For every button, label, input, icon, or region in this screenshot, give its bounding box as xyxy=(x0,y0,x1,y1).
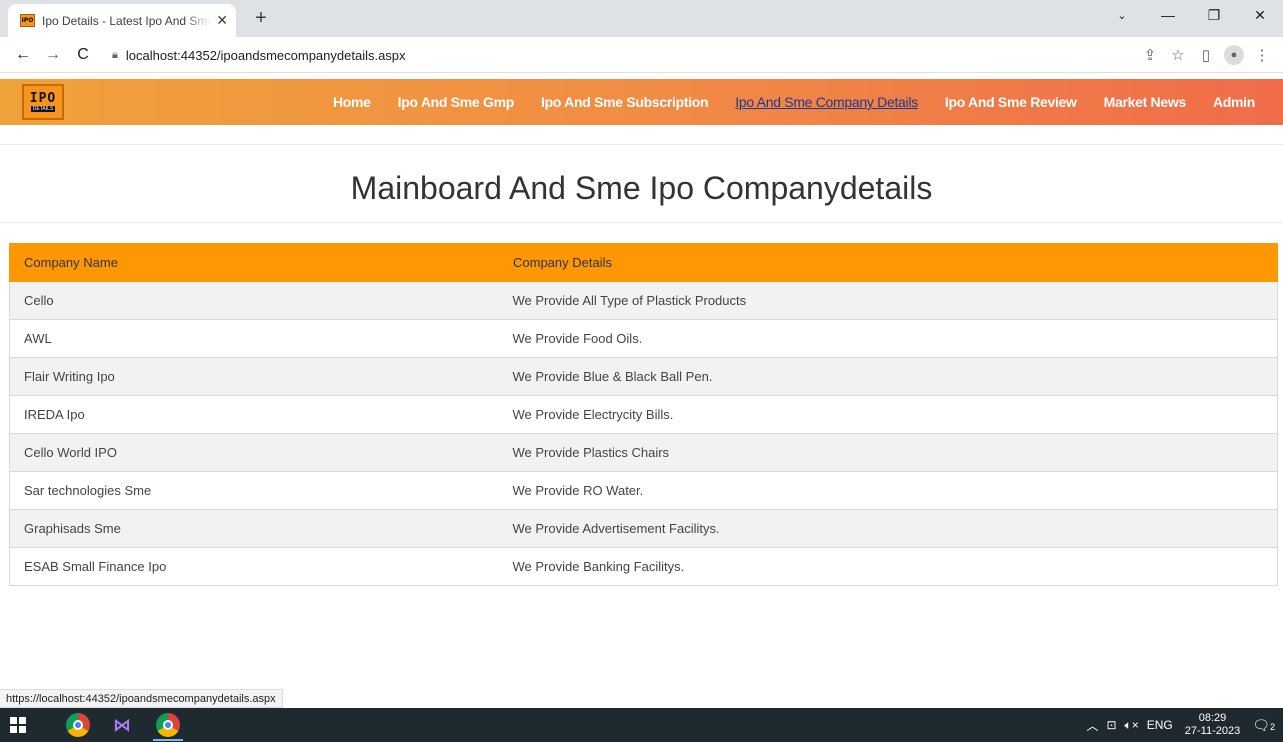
company-name-cell: Flair Writing Ipo xyxy=(9,357,499,396)
tab-title: Ipo Details - Latest Ipo And Sme Company… xyxy=(42,13,210,28)
company-name-cell: Cello World IPO xyxy=(9,433,499,472)
chrome-icon[interactable] xyxy=(156,713,180,737)
column-header-company-details: Company Details xyxy=(498,243,1278,282)
nav-link-gmp[interactable]: Ipo And Sme Gmp xyxy=(398,94,515,110)
site-navbar: IPO DETAILS Home Ipo And Sme Gmp Ipo And… xyxy=(0,79,1283,125)
profile-avatar[interactable]: ● xyxy=(1223,42,1245,68)
table-row: Flair Writing Ipo We Provide Blue & Blac… xyxy=(9,357,1278,396)
bookmark-star-icon[interactable]: ☆ xyxy=(1167,42,1189,68)
windows-taskbar: ⋈ ︿ ⊡ 🔈︎× ENG 08:29 27-11-2023 🗨︎2 xyxy=(0,708,1283,742)
table-row: ESAB Small Finance Ipo We Provide Bankin… xyxy=(9,547,1278,586)
kebab-menu-icon[interactable]: ⋮ xyxy=(1251,42,1273,68)
company-details-cell: We Provide Electrycity Bills. xyxy=(498,395,1278,434)
company-name-cell: IREDA Ipo xyxy=(9,395,499,434)
chrome-icon[interactable] xyxy=(66,713,90,737)
restore-icon[interactable]: ❐ xyxy=(1191,0,1237,30)
language-indicator[interactable]: ENG xyxy=(1147,718,1173,732)
speaker-muted-icon[interactable]: 🔈︎× xyxy=(1125,718,1139,733)
reload-icon[interactable]: C xyxy=(70,42,96,68)
table-row: Cello We Provide All Type of Plastick Pr… xyxy=(9,281,1278,320)
active-app-indicator xyxy=(153,739,183,741)
company-details-cell: We Provide Advertisement Facilitys. xyxy=(498,509,1278,548)
company-details-cell: We Provide Blue & Black Ball Pen. xyxy=(498,357,1278,396)
tab-search-icon[interactable]: ⌄ xyxy=(1099,0,1145,30)
nav-link-subscription[interactable]: Ipo And Sme Subscription xyxy=(541,94,709,110)
table-header-row: Company Name Company Details xyxy=(9,243,1278,282)
profile-icon: ● xyxy=(1224,45,1244,65)
lock-icon: 🔒︎ xyxy=(112,48,118,61)
nav-link-review[interactable]: Ipo And Sme Review xyxy=(945,94,1077,110)
new-tab-button[interactable]: + xyxy=(250,7,272,30)
company-name-cell: ESAB Small Finance Ipo xyxy=(9,547,499,586)
side-panel-icon[interactable]: ▯ xyxy=(1195,42,1217,68)
nav-link-admin[interactable]: Admin xyxy=(1213,94,1255,110)
table-row: IREDA Ipo We Provide Electrycity Bills. xyxy=(9,395,1278,434)
main-menu: Home Ipo And Sme Gmp Ipo And Sme Subscri… xyxy=(306,79,1255,125)
notification-icon[interactable]: 🗨︎2 xyxy=(1252,717,1275,734)
table-row: Graphisads Sme We Provide Advertisement … xyxy=(9,509,1278,548)
browser-tab[interactable]: IPO Ipo Details - Latest Ipo And Sme Com… xyxy=(8,4,236,37)
nav-link-market-news[interactable]: Market News xyxy=(1104,94,1187,110)
company-details-cell: We Provide RO Water. xyxy=(498,471,1278,510)
browser-tab-bar: IPO Ipo Details - Latest Ipo And Sme Com… xyxy=(0,0,1283,37)
company-details-cell: We Provide Banking Facilitys. xyxy=(498,547,1278,586)
divider-bottom xyxy=(0,222,1283,223)
browser-toolbar: ← → C 🔒︎ localhost:44352/ipoandsmecompan… xyxy=(0,37,1283,73)
table-row: Sar technologies Sme We Provide RO Water… xyxy=(9,471,1278,510)
site-logo[interactable]: IPO DETAILS xyxy=(22,84,64,120)
company-details-cell: We Provide Plastics Chairs xyxy=(498,433,1278,472)
notification-count: 2 xyxy=(1269,721,1275,732)
clock[interactable]: 08:29 27-11-2023 xyxy=(1185,712,1240,738)
logo-main-text: IPO xyxy=(29,91,57,106)
company-details-cell: We Provide Food Oils. xyxy=(498,319,1278,358)
visual-studio-icon[interactable]: ⋈ xyxy=(110,713,134,737)
address-bar[interactable]: 🔒︎ localhost:44352/ipoandsmecompanydetai… xyxy=(112,43,406,67)
page-title: Mainboard And Sme Ipo Companydetails xyxy=(350,170,933,206)
url-text: localhost:44352/ipoandsmecompanydetails.… xyxy=(125,47,406,63)
company-details-table: Company Name Company Details Cello We Pr… xyxy=(9,243,1278,586)
divider-top xyxy=(0,144,1283,145)
minimize-icon[interactable]: — xyxy=(1145,0,1191,30)
company-name-cell: AWL xyxy=(9,319,499,358)
favicon-icon: IPO xyxy=(20,14,35,27)
back-arrow-icon[interactable]: ← xyxy=(10,42,36,68)
company-details-cell: We Provide All Type of Plastick Products xyxy=(498,281,1278,320)
company-name-cell: Sar technologies Sme xyxy=(9,471,499,510)
window-controls: ⌄ — ❐ ✕ xyxy=(1099,0,1283,30)
share-icon[interactable]: ⇪ xyxy=(1139,42,1161,68)
toolbar-actions: ⇪ ☆ ▯ ● ⋮ xyxy=(1139,42,1273,68)
column-header-company-name: Company Name xyxy=(9,243,499,282)
nav-link-company-details[interactable]: Ipo And Sme Company Details xyxy=(735,94,918,110)
table-row: AWL We Provide Food Oils. xyxy=(9,319,1278,358)
logo-sub-text: DETAILS xyxy=(30,106,56,112)
network-icon[interactable]: ⊡ xyxy=(1106,718,1116,732)
close-window-icon[interactable]: ✕ xyxy=(1237,0,1283,30)
company-name-cell: Cello xyxy=(9,281,499,320)
forward-arrow-icon[interactable]: → xyxy=(40,42,66,68)
chevron-up-icon[interactable]: ︿ xyxy=(1086,717,1098,734)
table-row: Cello World IPO We Provide Plastics Chai… xyxy=(9,433,1278,472)
system-tray: ︿ ⊡ 🔈︎× ENG 08:29 27-11-2023 🗨︎2 xyxy=(1078,708,1275,742)
company-name-cell: Graphisads Sme xyxy=(9,509,499,548)
clock-date: 27-11-2023 xyxy=(1184,725,1241,737)
close-tab-icon[interactable]: ✕ xyxy=(216,12,228,29)
nav-link-home[interactable]: Home xyxy=(333,94,371,110)
windows-start-icon[interactable] xyxy=(10,717,26,733)
clock-time: 08:29 xyxy=(1198,712,1227,724)
status-bar-url: https://localhost:44352/ipoandsmecompany… xyxy=(0,689,283,708)
